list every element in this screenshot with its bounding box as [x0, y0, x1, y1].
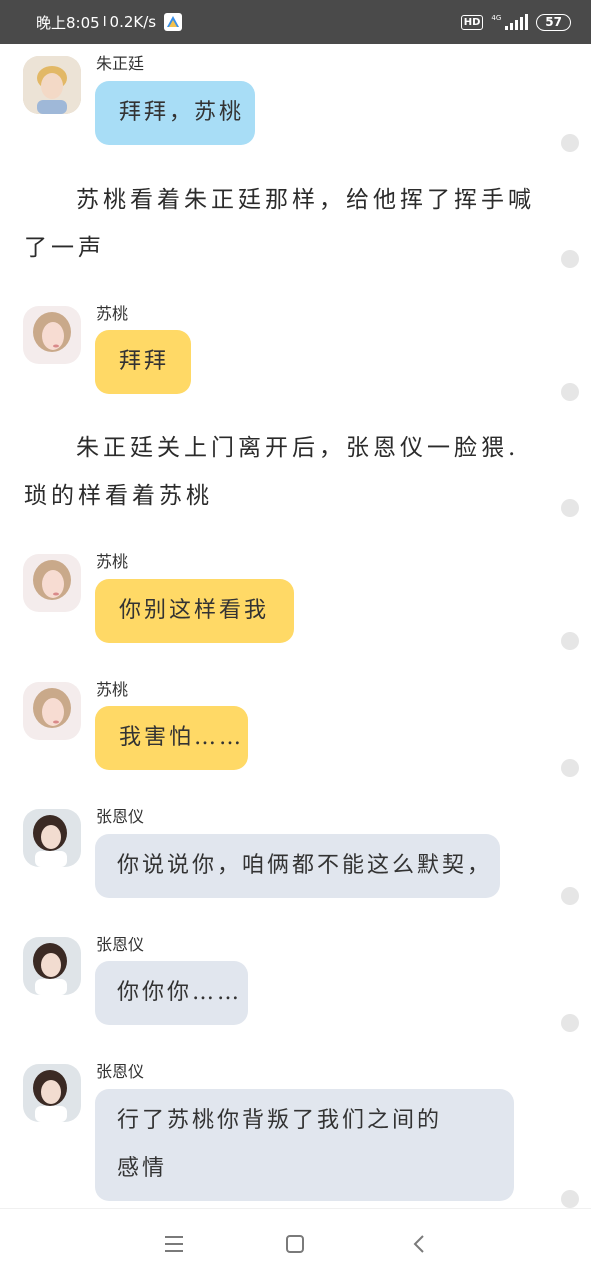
system-nav-bar: [0, 1208, 591, 1281]
status-left: 晚上8:05 I 0.2K/s: [36, 0, 183, 44]
read-indicator: [561, 759, 579, 777]
speaker-name: 张恩仪: [96, 1062, 145, 1081]
avatar-zhang-enyi[interactable]: [23, 1064, 81, 1122]
read-indicator: [561, 134, 579, 152]
menu-icon[interactable]: [161, 1231, 187, 1257]
network-speed: 0.2K/s: [109, 13, 157, 31]
avatar-su-tao[interactable]: [23, 306, 81, 364]
network-type-label: 4G: [491, 14, 502, 22]
avatar-zhang-enyi[interactable]: [23, 937, 81, 995]
speaker-name: 苏桃: [96, 680, 129, 699]
status-time: 晚上8:05: [36, 13, 100, 32]
app-notification-icon: [164, 13, 183, 31]
read-indicator: [561, 1014, 579, 1032]
status-right: HD 4G 57: [460, 0, 571, 44]
hd-icon: HD: [460, 14, 484, 30]
home-icon[interactable]: [282, 1231, 308, 1257]
speaker-name: 张恩仪: [96, 935, 145, 954]
narration-text: 苏桃看着朱正廷那样，给他挥了挥手喊了一声: [24, 187, 535, 261]
chat-bubble[interactable]: 你别这样看我: [95, 579, 294, 643]
read-indicator: [561, 632, 579, 650]
chat-bubble[interactable]: 拜拜: [95, 330, 191, 394]
read-indicator: [561, 383, 579, 401]
chat-bubble[interactable]: 拜拜，苏桃: [95, 81, 255, 145]
chat-bubble[interactable]: 我害怕……: [95, 706, 248, 770]
speaker-name: 苏桃: [96, 552, 129, 571]
chat-bubble[interactable]: 你你你……: [95, 961, 248, 1025]
status-separator: I: [102, 14, 107, 30]
status-bar: 晚上8:05 I 0.2K/s HD 4G 57: [0, 0, 591, 44]
chat-bubble[interactable]: 行了苏桃你背叛了我们之间的感情: [95, 1089, 514, 1201]
avatar-zhang-enyi[interactable]: [23, 809, 81, 867]
read-indicator: [561, 499, 579, 517]
speaker-name: 张恩仪: [96, 807, 145, 826]
avatar-su-tao[interactable]: [23, 682, 81, 740]
speaker-name: 朱正廷: [96, 54, 145, 73]
avatar-zhu-zhengting[interactable]: [23, 56, 81, 114]
avatar-su-tao[interactable]: [23, 554, 81, 612]
back-icon[interactable]: [406, 1231, 432, 1257]
battery-icon: 57: [536, 13, 571, 31]
read-indicator: [561, 1190, 579, 1208]
narration-text: 朱正廷关上门离开后，张恩仪一脸猥.琐的样看着苏桃: [24, 435, 520, 509]
chat-bubble[interactable]: 你说说你，咱俩都不能这么默契，: [95, 834, 500, 898]
read-indicator: [561, 250, 579, 268]
signal-icon: [505, 14, 529, 30]
read-indicator: [561, 887, 579, 905]
speaker-name: 苏桃: [96, 304, 129, 323]
